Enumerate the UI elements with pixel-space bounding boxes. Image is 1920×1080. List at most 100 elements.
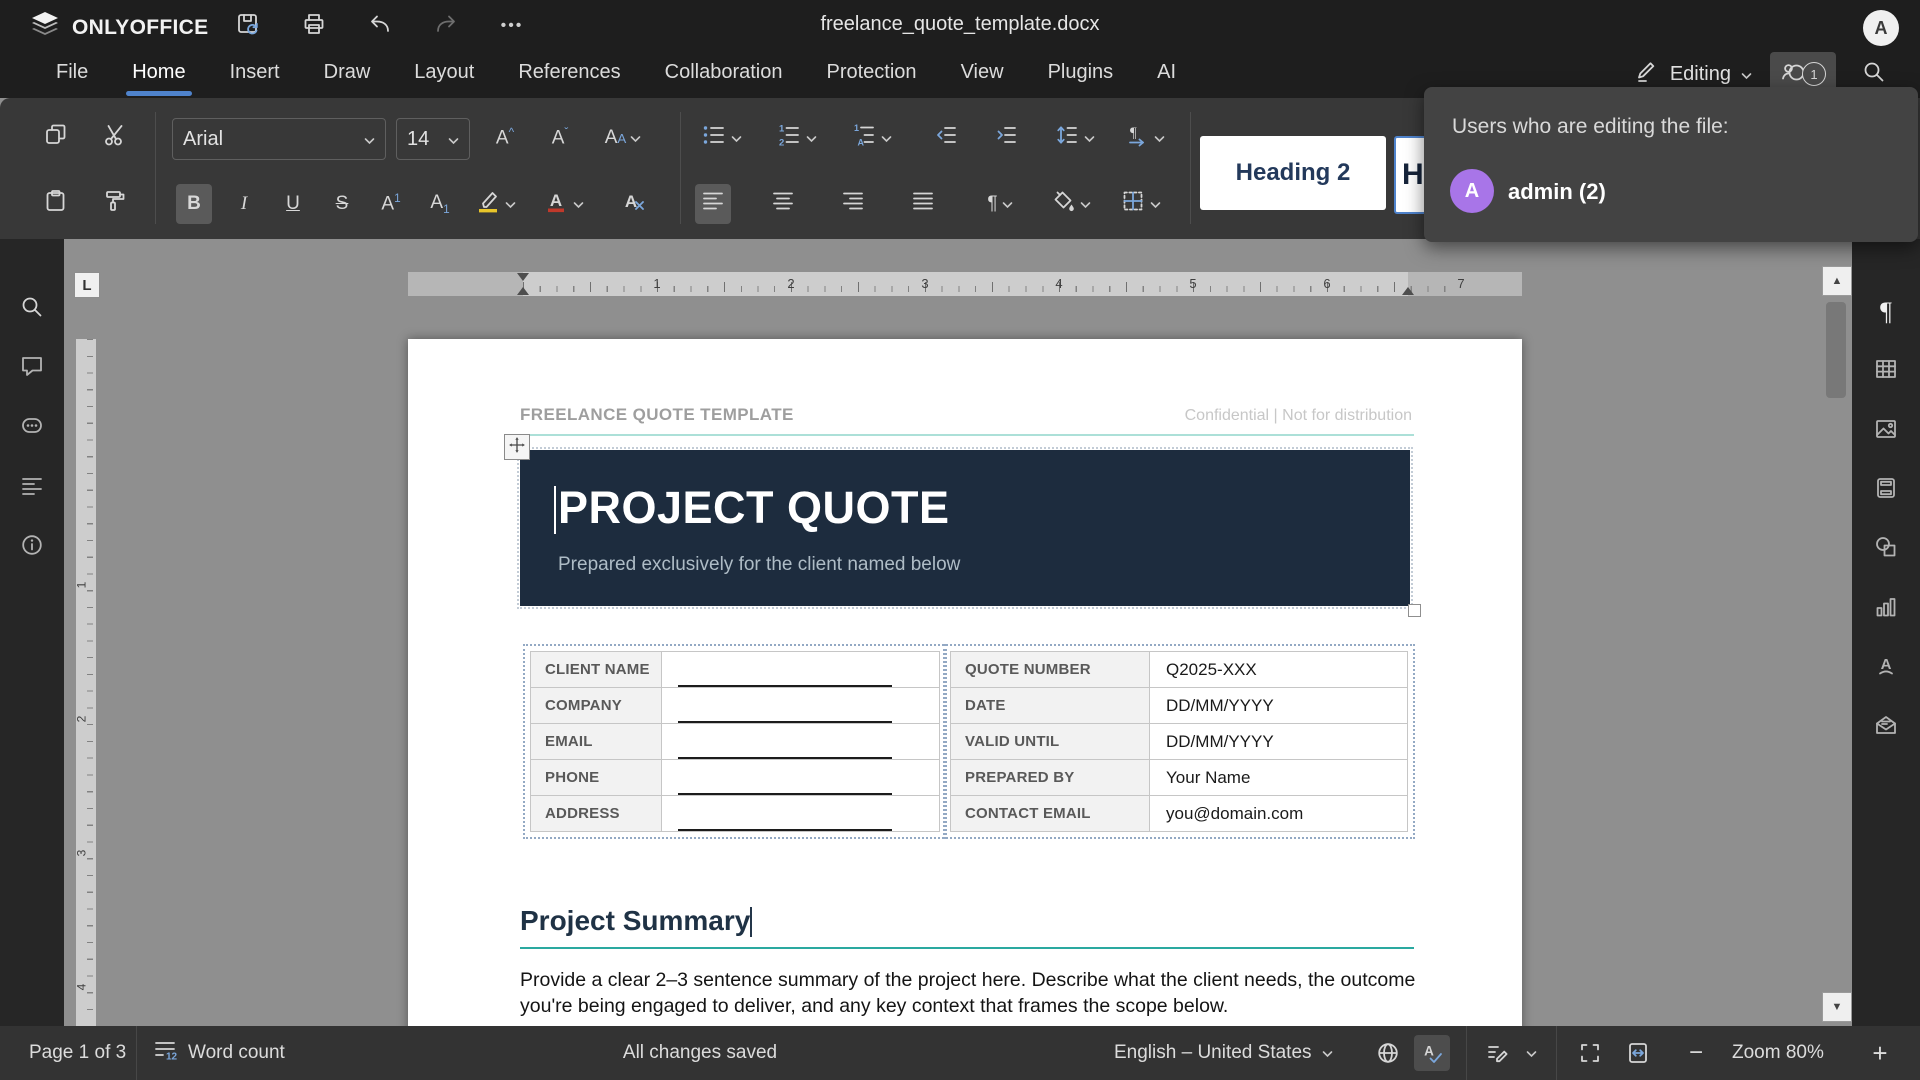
quote-info-table[interactable]: QUOTE NUMBERQ2025-XXXDATEDD/MM/YYYYVALID… — [950, 651, 1408, 832]
clear-formatting-button[interactable]: A — [616, 184, 652, 224]
bold-button[interactable]: B — [176, 184, 212, 224]
table-value-cell[interactable] — [662, 796, 939, 831]
table-label-cell[interactable]: PHONE — [531, 760, 662, 795]
fit-width-button[interactable] — [1620, 1026, 1656, 1080]
tab-references[interactable]: References — [516, 50, 622, 98]
chart-settings-button[interactable] — [1866, 589, 1906, 629]
table-row[interactable]: QUOTE NUMBERQ2025-XXX — [950, 651, 1408, 687]
page-indicator[interactable]: Page 1 of 3 — [29, 1026, 126, 1080]
tab-home[interactable]: Home — [130, 50, 187, 98]
decrease-font-size-button[interactable]: Aˇ — [542, 118, 578, 158]
shape-settings-button[interactable] — [1866, 529, 1906, 569]
paragraph-direction-button[interactable]: ¶ — [1118, 118, 1170, 158]
more-actions-button[interactable]: ••• — [492, 6, 532, 46]
summary-paragraph[interactable]: Provide a clear 2–3 sentence summary of … — [520, 967, 1425, 1019]
subscript-button[interactable]: A1 — [422, 184, 458, 224]
save-button[interactable] — [228, 6, 268, 46]
zoom-out-button[interactable]: − — [1678, 1026, 1714, 1080]
shading-button[interactable] — [1045, 184, 1095, 224]
nonprinting-characters-button[interactable]: ¶ — [975, 184, 1025, 224]
tab-protection[interactable]: Protection — [825, 50, 919, 98]
table-row[interactable]: ADDRESS — [530, 795, 940, 832]
paragraph-settings-button[interactable]: ¶ — [1866, 292, 1906, 332]
decrease-indent-button[interactable] — [928, 118, 964, 158]
table-label-cell[interactable]: ADDRESS — [531, 796, 662, 831]
font-color-button[interactable]: A — [538, 184, 588, 224]
table-label-cell[interactable]: CLIENT NAME — [531, 652, 662, 687]
navigation-button[interactable] — [12, 468, 52, 508]
table-value-cell[interactable] — [662, 724, 939, 759]
document-page[interactable]: FREELANCE QUOTE TEMPLATE Confidential | … — [408, 339, 1522, 1026]
underline-button[interactable]: U — [275, 184, 311, 224]
superscript-button[interactable]: A1 — [373, 184, 409, 224]
table-row[interactable]: COMPANY — [530, 687, 940, 723]
editing-mode-selector[interactable]: Editing — [1634, 58, 1752, 90]
table-label-cell[interactable]: VALID UNTIL — [951, 724, 1150, 759]
tab-draw[interactable]: Draw — [322, 50, 373, 98]
page-header-right[interactable]: Confidential | Not for distribution — [1185, 407, 1412, 425]
align-right-button[interactable] — [835, 184, 871, 224]
increase-indent-button[interactable] — [988, 118, 1024, 158]
spell-check-button[interactable]: A — [1414, 1026, 1450, 1080]
table-row[interactable]: CLIENT NAME — [530, 651, 940, 687]
table-value-cell[interactable]: DD/MM/YYYY — [1150, 724, 1274, 759]
cut-button[interactable] — [97, 118, 133, 158]
user-avatar[interactable]: A — [1863, 10, 1899, 46]
italic-button[interactable]: I — [226, 184, 262, 224]
tab-view[interactable]: View — [959, 50, 1006, 98]
word-count-button[interactable]: 12 Word count — [152, 1026, 285, 1080]
table-label-cell[interactable]: COMPANY — [531, 688, 662, 723]
mail-merge-button[interactable] — [1866, 707, 1906, 747]
scroll-up-button[interactable]: ▲ — [1822, 266, 1852, 296]
track-changes-button[interactable] — [1480, 1026, 1537, 1080]
line-spacing-button[interactable] — [1048, 118, 1100, 158]
numbered-list-button[interactable]: 12 — [770, 118, 822, 158]
change-case-button[interactable]: AA — [597, 118, 649, 158]
table-label-cell[interactable]: EMAIL — [531, 724, 662, 759]
table-value-cell[interactable]: you@domain.com — [1150, 796, 1303, 831]
tab-ai[interactable]: AI — [1155, 50, 1178, 98]
table-row[interactable]: EMAIL — [530, 723, 940, 759]
table-row[interactable]: CONTACT EMAILyou@domain.com — [950, 795, 1408, 832]
table-value-cell[interactable] — [662, 760, 939, 795]
table-row[interactable]: VALID UNTILDD/MM/YYYY — [950, 723, 1408, 759]
image-settings-button[interactable] — [1866, 411, 1906, 451]
tab-layout[interactable]: Layout — [412, 50, 476, 98]
summary-heading[interactable]: Project Summary — [520, 905, 750, 937]
search-button[interactable] — [12, 289, 52, 329]
print-button[interactable] — [294, 6, 334, 46]
increase-font-size-button[interactable]: A^ — [487, 118, 523, 158]
justify-button[interactable] — [905, 184, 941, 224]
comments-button[interactable] — [12, 348, 52, 388]
copy-button[interactable] — [38, 118, 74, 158]
table-value-cell[interactable]: Q2025-XXX — [1150, 652, 1257, 687]
document-canvas[interactable]: FREELANCE QUOTE TEMPLATE Confidential | … — [64, 239, 1852, 1026]
chat-button[interactable] — [12, 409, 52, 449]
tab-insert[interactable]: Insert — [228, 50, 282, 98]
header-footer-settings-button[interactable] — [1866, 470, 1906, 510]
banner-title[interactable]: PROJECT QUOTE — [558, 482, 950, 534]
table-row[interactable]: DATEDD/MM/YYYY — [950, 687, 1408, 723]
font-size-select[interactable]: 14 — [396, 118, 470, 160]
zoom-level[interactable]: Zoom 80% — [1732, 1026, 1824, 1080]
strikethrough-button[interactable]: S — [324, 184, 360, 224]
table-resize-handle[interactable] — [1408, 604, 1421, 617]
banner-subtitle[interactable]: Prepared exclusively for the client name… — [558, 554, 960, 576]
highlight-color-button[interactable] — [470, 184, 520, 224]
table-value-cell[interactable]: DD/MM/YYYY — [1150, 688, 1274, 723]
table-label-cell[interactable]: DATE — [951, 688, 1150, 723]
page-header-left[interactable]: FREELANCE QUOTE TEMPLATE — [520, 405, 794, 425]
table-value-cell[interactable]: Your Name — [1150, 760, 1250, 795]
vertical-scrollbar-thumb[interactable] — [1826, 302, 1846, 398]
tab-plugins[interactable]: Plugins — [1046, 50, 1116, 98]
undo-button[interactable] — [360, 6, 400, 46]
table-label-cell[interactable]: QUOTE NUMBER — [951, 652, 1150, 687]
table-move-handle[interactable] — [504, 434, 530, 460]
table-value-cell[interactable] — [662, 688, 939, 723]
table-settings-button[interactable] — [1866, 351, 1906, 391]
quote-banner[interactable]: PROJECT QUOTE Prepared exclusively for t… — [520, 450, 1410, 606]
multilevel-list-button[interactable]: 1A — [845, 118, 897, 158]
zoom-in-button[interactable]: + — [1862, 1026, 1898, 1080]
align-center-button[interactable] — [765, 184, 801, 224]
table-row[interactable]: PHONE — [530, 759, 940, 795]
